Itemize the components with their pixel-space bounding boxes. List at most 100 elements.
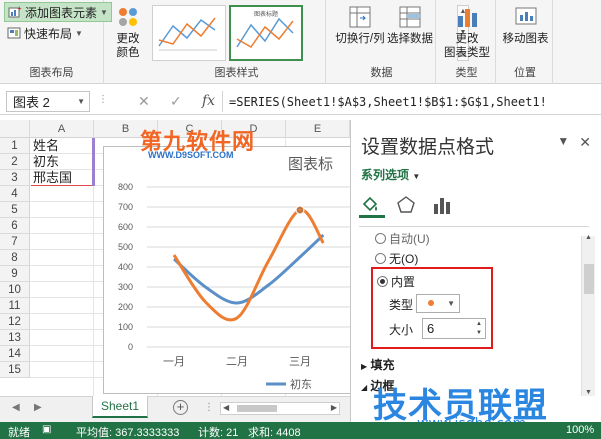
y-tick-label: 800 (118, 182, 133, 192)
change-colors-label-2: 颜色 (116, 47, 140, 59)
selected-data-point[interactable] (295, 205, 305, 215)
chart-styles-group: 图表标题 ▲ ▼ ▤ 图表样式 (148, 0, 469, 84)
radio-builtin[interactable] (377, 276, 388, 287)
row-header[interactable]: 12 (0, 314, 30, 330)
name-box-value: 图表 2 (13, 95, 50, 110)
row-header[interactable]: 7 (0, 234, 30, 250)
row-header[interactable]: 11 (0, 298, 30, 314)
scroll-up-icon[interactable]: ▲ (585, 234, 592, 241)
row-header[interactable]: 4 (0, 186, 30, 202)
spin-down-icon[interactable]: ▼ (474, 329, 484, 338)
quick-layout-label: 快速布局 (24, 26, 73, 41)
switch-row-column-icon (349, 6, 371, 28)
series-options-tab[interactable] (431, 194, 457, 218)
spin-up-icon[interactable]: ▲ (474, 320, 484, 329)
marker-none-label: 无(O) (389, 252, 419, 266)
change-chart-type-button[interactable]: 更改 图表类型 (442, 4, 492, 60)
horizontal-scrollbar[interactable]: ◀ ▶ (220, 402, 340, 415)
row-header[interactable]: 5 (0, 202, 30, 218)
row-header[interactable]: 3 (0, 170, 30, 186)
quick-layout-button[interactable]: 快速布局 ▼ (4, 23, 86, 43)
row-header[interactable]: 9 (0, 266, 30, 282)
enter-icon[interactable]: ✓ (170, 93, 182, 110)
radio-auto[interactable] (375, 233, 386, 244)
add-chart-element-button[interactable]: + 添加图表元素 ▼ (4, 2, 112, 22)
row-header[interactable]: 2 (0, 154, 30, 170)
watermark-top-sub: WWW.D9SOFT.COM (148, 150, 234, 160)
move-chart-button[interactable]: 移动图表 (500, 4, 551, 46)
chevron-down-icon[interactable]: ◢ (361, 383, 367, 392)
corner-select-all[interactable] (0, 120, 30, 138)
add-sheet-button[interactable]: + (173, 400, 188, 415)
chart-style-preview-1 (158, 17, 217, 51)
marker-none-option[interactable]: 无(O) (375, 250, 418, 267)
fill-line-tab[interactable] (359, 194, 385, 218)
marker-size-value: 6 (427, 321, 435, 336)
series-options-dropdown[interactable]: 系列选项 ▼ (361, 166, 420, 183)
prev-sheet-icon[interactable]: ◀ (12, 402, 20, 413)
marker-auto-option[interactable]: 自动(U) (375, 230, 430, 247)
next-sheet-icon[interactable]: ▶ (34, 402, 42, 413)
series-line-2[interactable] (172, 208, 325, 322)
row-header[interactable]: 10 (0, 282, 30, 298)
name-box[interactable]: 图表 2 ▼ (6, 91, 90, 112)
cell-a1[interactable]: 姓名 (31, 138, 59, 154)
row-header[interactable]: 13 (0, 330, 30, 346)
sheet-tab-sheet1[interactable]: Sheet1 (92, 396, 148, 418)
row-header[interactable]: 1 (0, 138, 30, 154)
cell-a3[interactable]: 邢志国 (31, 170, 93, 186)
formula-input[interactable]: =SERIES(Sheet1!$A$3,Sheet1!$B$1:$G$1,She… (222, 91, 598, 112)
chevron-down-icon[interactable]: ▼ (447, 299, 455, 308)
y-tick-label: 600 (118, 222, 133, 232)
column-header[interactable]: A (30, 120, 94, 138)
marker-size-label: 大小 (389, 323, 414, 337)
fill-section[interactable]: ▶ 填充 (361, 356, 395, 373)
chevron-right-icon[interactable]: ▶ (361, 362, 367, 371)
bar-chart-icon (434, 198, 450, 214)
cancel-icon[interactable]: ✕ (138, 93, 150, 110)
status-sum: 求和: 4408 (248, 427, 301, 439)
effects-tab[interactable] (395, 194, 421, 218)
marker-type-select[interactable]: ▼ (416, 294, 460, 313)
chevron-down-icon[interactable]: ▼ (412, 172, 420, 181)
row-header[interactable]: 8 (0, 250, 30, 266)
scroll-right-icon[interactable]: ▶ (331, 403, 337, 412)
pane-scrollbar[interactable]: ▲ ▼ (581, 234, 595, 396)
scroll-down-icon[interactable]: ▼ (585, 389, 592, 396)
column-header[interactable]: E (286, 120, 350, 138)
add-element-icon: + (8, 5, 22, 18)
data-group-label: 数据 (370, 67, 393, 79)
y-tick-label: 0 (128, 342, 133, 352)
select-data-button[interactable]: 选择数据 (386, 4, 434, 46)
line-chart-svg[interactable]: 0 100 200 300 400 500 600 700 800 一月 二月 三月 图表标初东 (104, 147, 352, 395)
close-icon[interactable]: ✕ (579, 134, 591, 151)
pane-scroll-thumb[interactable] (584, 264, 594, 294)
marker-size-input[interactable]: 6 ▲ ▼ (422, 318, 486, 339)
status-zoom[interactable]: 100% (566, 424, 594, 436)
format-data-point-pane: 设置数据点格式 ▼ ✕ 系列选项 ▼ 自动(U) 无(O) 内置 类型 大小 ▶… (350, 120, 601, 422)
insert-function-icon[interactable]: fx (202, 93, 215, 109)
pane-title: 设置数据点格式 (361, 137, 495, 158)
chart-style-thumb-2[interactable]: 图表标题 (229, 5, 303, 61)
pane-options-chevron-icon[interactable]: ▼ (557, 134, 569, 151)
row-header[interactable]: 15 (0, 362, 30, 378)
chevron-down-icon: ▼ (75, 28, 83, 38)
move-chart-label: 移动图表 (502, 33, 549, 45)
change-colors-button[interactable]: 更改 颜色 (110, 4, 146, 60)
type-group-label: 类型 (455, 67, 478, 79)
chart-style-thumb-1[interactable] (152, 5, 226, 61)
status-macro-icon[interactable]: ▣ (42, 424, 51, 435)
size-spinner[interactable]: ▲ ▼ (474, 320, 484, 338)
hscroll-thumb[interactable] (237, 405, 277, 412)
chevron-down-icon[interactable]: ▼ (77, 97, 85, 106)
row-header[interactable]: 14 (0, 346, 30, 362)
switch-row-column-button[interactable]: 切换行/列 (334, 4, 386, 46)
change-chart-type-icon (458, 9, 477, 27)
scroll-left-icon[interactable]: ◀ (223, 403, 229, 412)
pentagon-icon (397, 196, 415, 213)
cell-a2[interactable]: 初东 (31, 154, 59, 170)
row-header[interactable]: 6 (0, 218, 30, 234)
marker-builtin-option[interactable]: 内置 (377, 273, 415, 290)
chart[interactable]: 0 100 200 300 400 500 600 700 800 一月 二月 三月 图表标 初东 (103, 146, 352, 395)
radio-none[interactable] (375, 253, 386, 264)
